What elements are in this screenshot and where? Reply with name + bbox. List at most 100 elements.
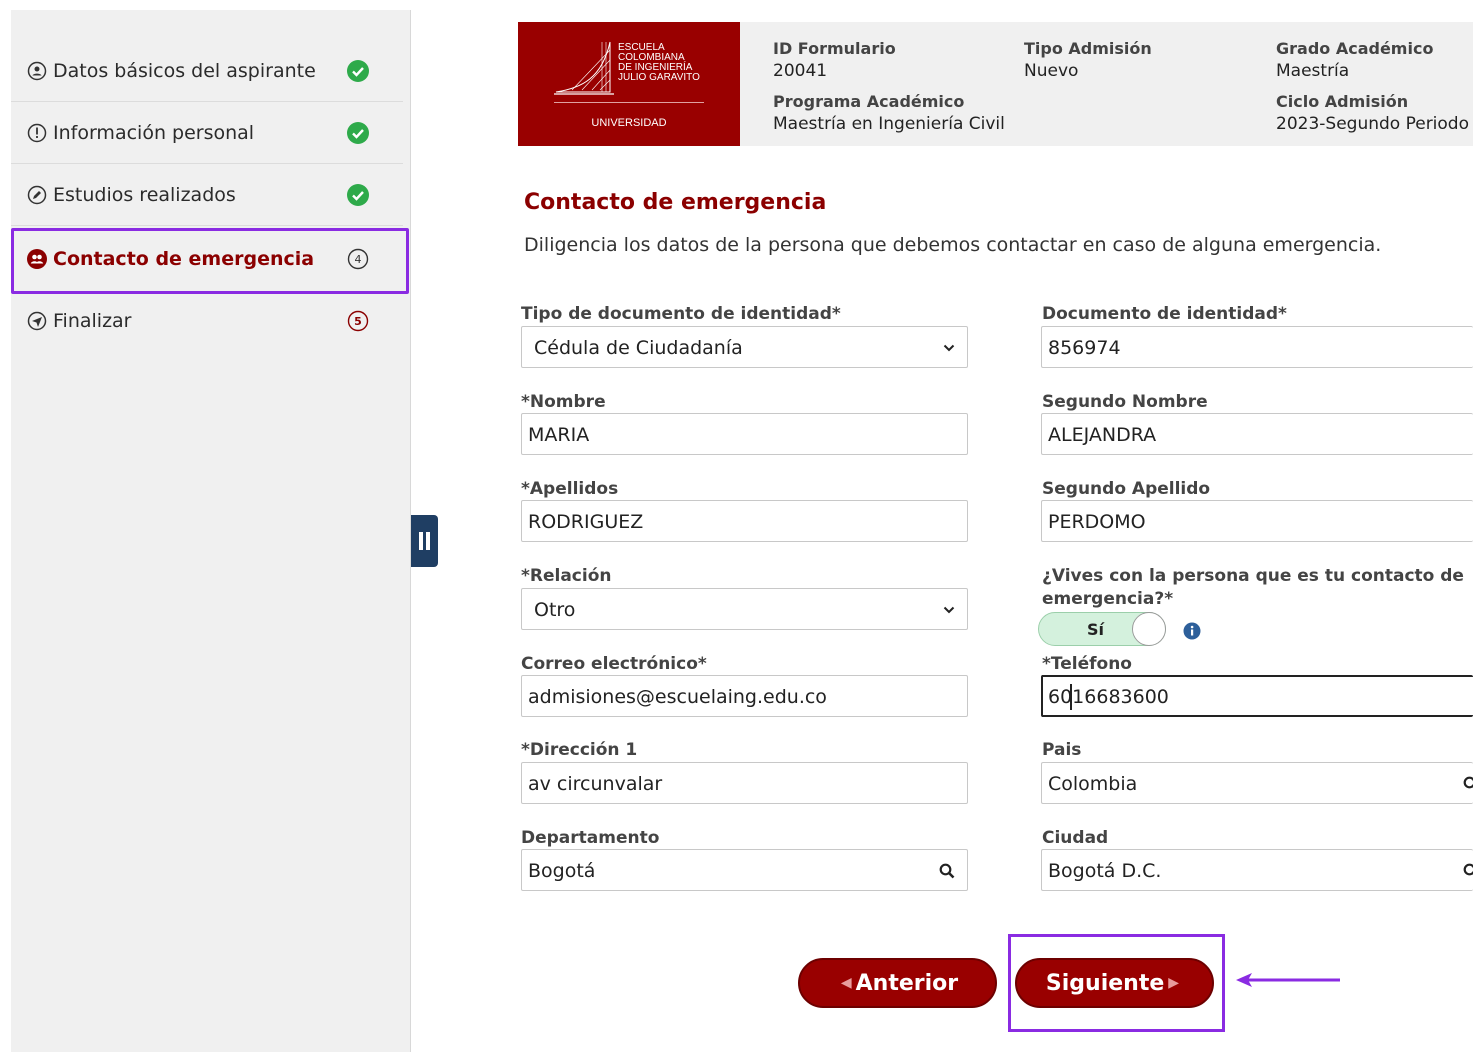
segundo-nombre-value: ALEJANDRA — [1048, 424, 1157, 446]
id-formulario-value: 20041 — [773, 61, 828, 81]
id-formulario-label: ID Formulario — [773, 39, 896, 58]
departamento-label: Departamento — [521, 828, 660, 848]
programa-academico: Programa Académico Maestría en Ingenierí… — [773, 91, 1005, 135]
relacion-value: Otro — [534, 599, 576, 621]
steps-sidebar: Datos básicos del aspirante Información … — [11, 10, 411, 1052]
search-icon[interactable] — [1463, 776, 1473, 792]
search-icon[interactable] — [939, 863, 955, 879]
logo-divider — [554, 102, 704, 103]
segundo-nombre-label: Segundo Nombre — [1042, 392, 1208, 412]
correo-label: Correo electrónico* — [521, 654, 707, 674]
search-icon[interactable] — [1463, 863, 1473, 879]
direccion-input[interactable]: av circunvalar — [521, 762, 968, 804]
highlight-next-button — [1008, 934, 1225, 1032]
logo-building-icon — [554, 41, 614, 95]
highlight-current-step — [11, 228, 409, 294]
relacion-label: *Relación — [521, 566, 612, 586]
step-finalizar[interactable]: Finalizar 5 — [11, 290, 403, 352]
check-circle-icon — [347, 121, 369, 144]
pencil-circle-icon — [27, 185, 47, 204]
segundo-nombre-input[interactable]: ALEJANDRA — [1041, 413, 1473, 455]
previous-button[interactable]: ◀ Anterior — [798, 958, 997, 1008]
step-number-5-icon: 5 — [347, 310, 369, 332]
step-estudios-realizados[interactable]: Estudios realizados — [11, 164, 403, 226]
sidebar-toggle-handle[interactable] — [411, 515, 438, 567]
pais-label: Pais — [1042, 740, 1082, 760]
vives-label-line: emergencia?* — [1042, 589, 1174, 609]
vives-toggle-label: Sí — [1087, 620, 1105, 639]
departamento-input[interactable]: Bogotá — [521, 849, 968, 891]
tipo-admision: Tipo Admisión Nuevo — [1024, 38, 1152, 82]
section-description: Diligencia los datos de la persona que d… — [524, 234, 1382, 256]
ciudad-value: Bogotá D.C. — [1048, 860, 1162, 882]
nombre-input[interactable]: MARIA — [521, 413, 968, 455]
vives-label: ¿Vives con la persona que es tu contacto… — [1042, 565, 1464, 611]
apellidos-input[interactable]: RODRIGUEZ — [521, 500, 968, 542]
ciudad-label: Ciudad — [1042, 828, 1109, 848]
arrow-left-icon — [1236, 973, 1340, 987]
ciclo-admision: Ciclo Admisión 2023-Segundo Periodo — [1276, 91, 1469, 135]
telefono-input[interactable]: 6016683600 — [1041, 675, 1473, 717]
step-label: Datos básicos del aspirante — [53, 59, 316, 82]
ciclo-admision-value: 2023-Segundo Periodo — [1276, 114, 1469, 134]
logo-line: Julio Garavito — [618, 72, 700, 83]
info-icon[interactable] — [1183, 622, 1201, 640]
logo-subtitle: UNIVERSIDAD — [591, 117, 667, 129]
correo-input[interactable]: admisiones@escuelaing.edu.co — [521, 675, 968, 717]
check-circle-icon — [347, 59, 369, 82]
tipo-documento-label: Tipo de documento de identidad* — [521, 304, 841, 324]
grado-academico-label: Grado Académico — [1276, 39, 1434, 58]
ciudad-input[interactable]: Bogotá D.C. — [1041, 849, 1473, 891]
pause-icon — [419, 532, 430, 550]
step-informacion-personal[interactable]: Información personal — [11, 102, 403, 164]
programa-academico-label: Programa Académico — [773, 92, 965, 111]
segundo-apellido-input[interactable]: PERDOMO — [1041, 500, 1473, 542]
caret-left-icon: ◀ — [840, 975, 852, 991]
chevron-down-icon — [943, 344, 955, 352]
university-logo: Escuela Colombiana de Ingeniería Julio G… — [518, 22, 740, 146]
segundo-apellido-value: PERDOMO — [1048, 511, 1146, 533]
apellidos-value: RODRIGUEZ — [528, 511, 644, 533]
vives-toggle[interactable]: Sí — [1038, 612, 1166, 646]
tipo-documento-value: Cédula de Ciudadanía — [534, 337, 743, 359]
tipo-documento-select[interactable]: Cédula de Ciudadanía — [521, 326, 968, 368]
nombre-label: *Nombre — [521, 392, 606, 412]
ciclo-admision-label: Ciclo Admisión — [1276, 92, 1409, 111]
step-label: Estudios realizados — [53, 183, 236, 206]
svg-text:5: 5 — [354, 315, 362, 328]
documento-value: 856974 — [1048, 337, 1121, 359]
apellidos-label: *Apellidos — [521, 479, 619, 499]
relacion-select[interactable]: Otro — [521, 588, 968, 630]
pais-value: Colombia — [1048, 773, 1138, 795]
departamento-value: Bogotá — [528, 860, 596, 882]
direccion-value: av circunvalar — [528, 773, 663, 795]
documento-input[interactable]: 856974 — [1041, 326, 1473, 368]
toggle-knob — [1132, 612, 1166, 646]
previous-button-label: Anterior — [855, 970, 959, 996]
correo-value: admisiones@escuelaing.edu.co — [528, 686, 827, 708]
step-datos-basicos[interactable]: Datos básicos del aspirante — [11, 40, 403, 102]
application-header: Escuela Colombiana de Ingeniería Julio G… — [518, 22, 1473, 146]
nombre-value: MARIA — [528, 424, 590, 446]
pais-input[interactable]: Colombia — [1041, 762, 1473, 804]
chevron-down-icon — [943, 606, 955, 614]
logo-text: Escuela Colombiana de Ingeniería Julio G… — [618, 43, 700, 83]
telefono-label: *Teléfono — [1042, 654, 1132, 674]
grado-academico-value: Maestría — [1276, 61, 1350, 81]
paper-plane-circle-icon — [27, 311, 47, 331]
check-circle-icon — [347, 183, 369, 206]
tipo-admision-value: Nuevo — [1024, 61, 1079, 81]
step-label: Información personal — [53, 121, 255, 144]
text-cursor — [1070, 684, 1072, 710]
vives-label-line: ¿Vives con la persona que es tu contacto… — [1042, 566, 1464, 586]
section-title: Contacto de emergencia — [524, 190, 827, 215]
programa-academico-value: Maestría en Ingeniería Civil — [773, 114, 1005, 134]
id-formulario: ID Formulario 20041 — [773, 38, 896, 82]
user-circle-icon — [27, 61, 47, 80]
segundo-apellido-label: Segundo Apellido — [1042, 479, 1211, 499]
tipo-admision-label: Tipo Admisión — [1024, 39, 1152, 58]
exclamation-circle-icon — [27, 123, 47, 142]
direccion-label: *Dirección 1 — [521, 740, 638, 760]
telefono-value: 6016683600 — [1048, 686, 1169, 708]
documento-label: Documento de identidad* — [1042, 304, 1287, 324]
